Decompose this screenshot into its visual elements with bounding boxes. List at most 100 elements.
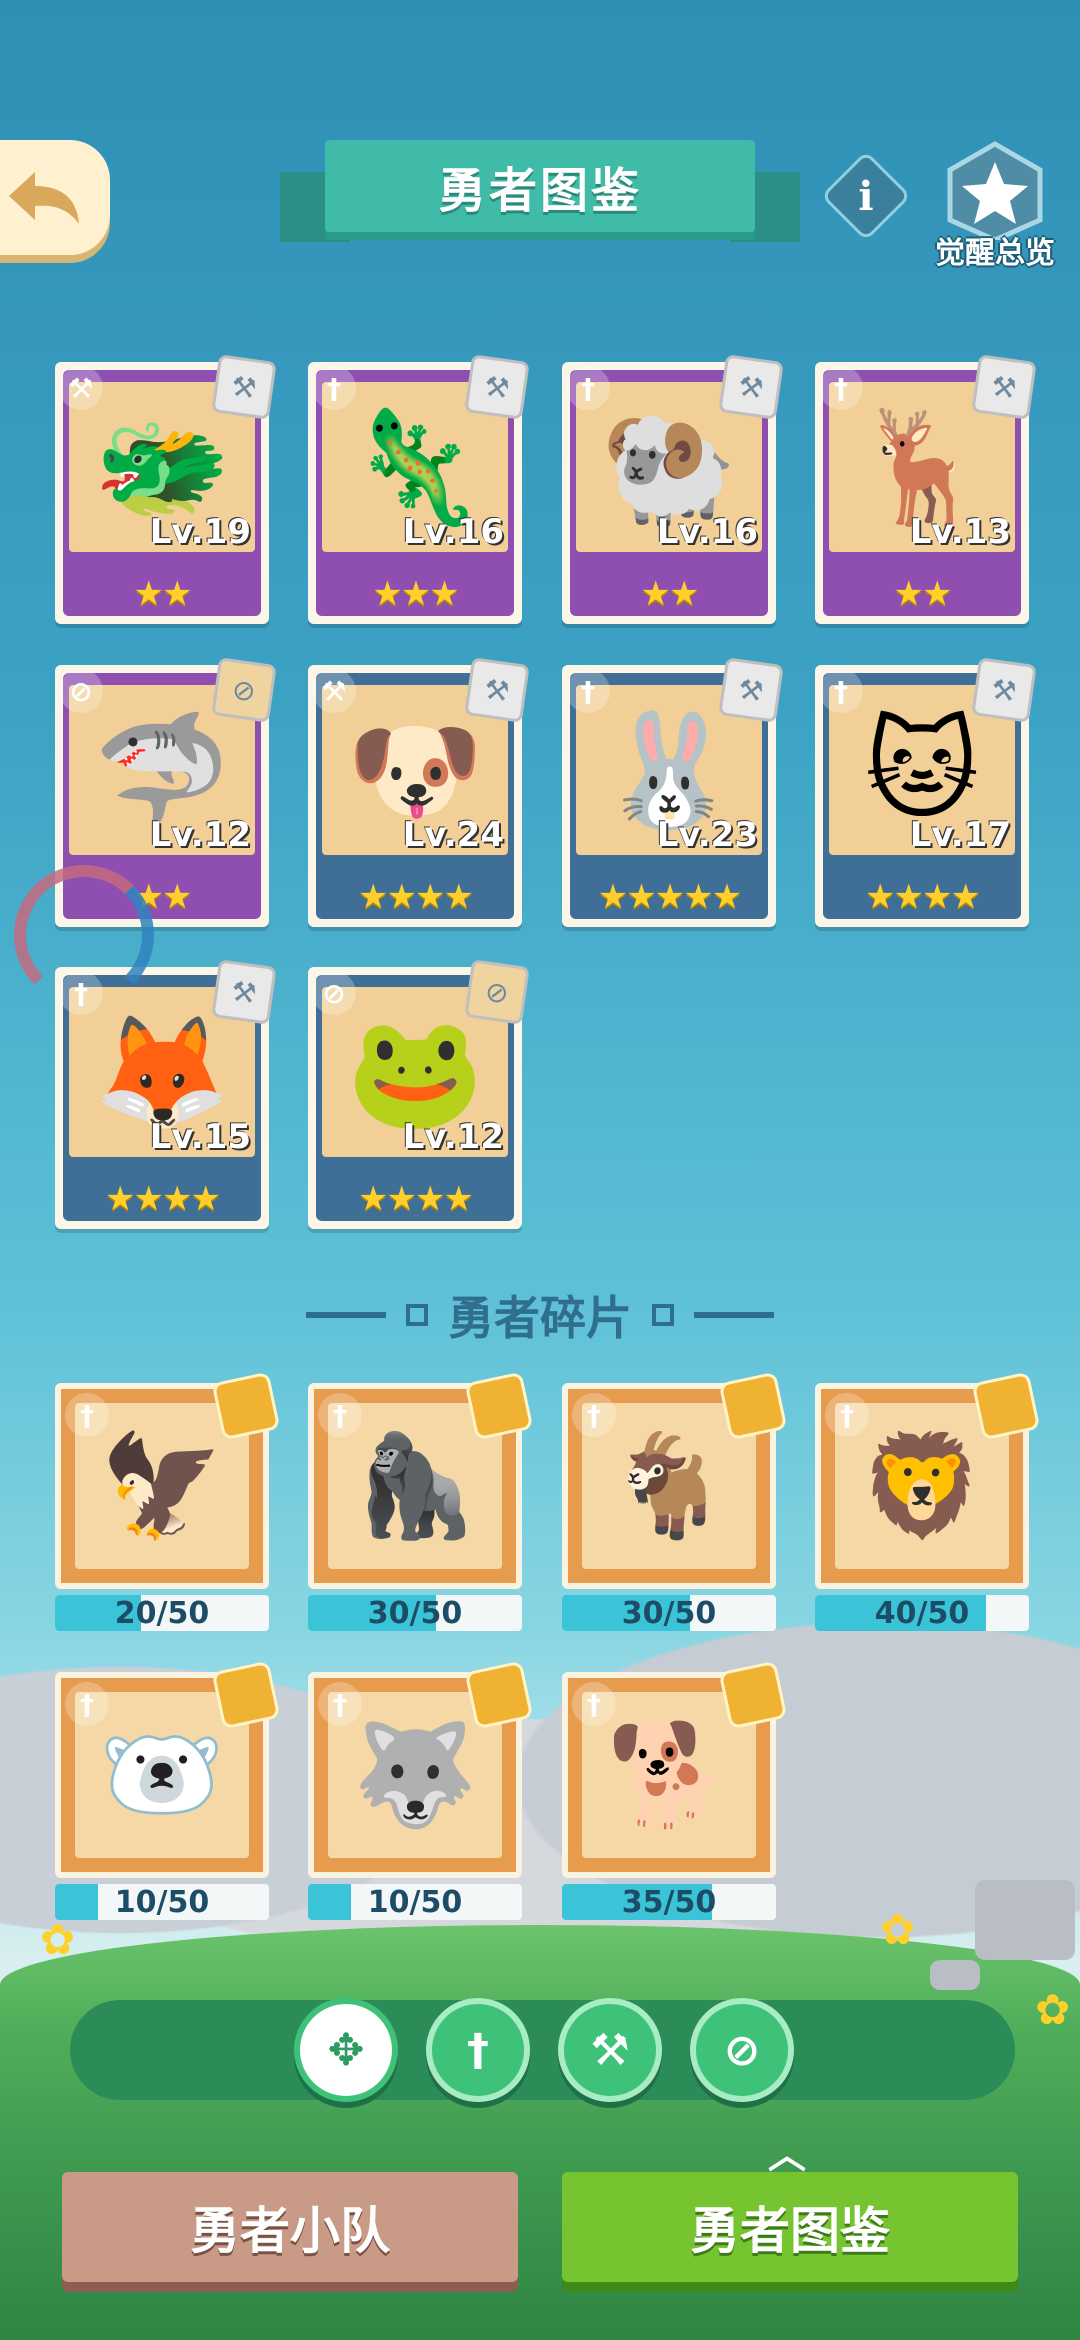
hero-level: Lv.15	[149, 1117, 251, 1157]
flower-decoration: ✿	[40, 1915, 76, 1964]
awaken-overview-label: 觉醒总览	[935, 236, 1055, 271]
rock-decoration	[930, 1960, 980, 1990]
hero-card[interactable]: 🦌 † ⚒ Lv.13 ★★	[815, 354, 1037, 624]
filter-all-button[interactable]: ✥	[294, 1998, 398, 2102]
hero-fragment[interactable]: 🦁 † 40/50	[815, 1371, 1041, 1633]
back-arrow-icon	[9, 171, 79, 224]
puzzle-piece-icon	[718, 1660, 788, 1730]
hero-stars: ★★★	[372, 574, 459, 614]
fragments-title: 勇者碎片	[448, 1291, 632, 1345]
hero-fragment[interactable]: 🐻‍❄️ † 10/50	[55, 1660, 281, 1922]
awaken-overview-button[interactable]: 觉醒总览	[920, 140, 1070, 271]
fragment-progress-bar: 35/50	[562, 1884, 776, 1920]
fragment-progress-text: 30/50	[621, 1595, 717, 1631]
weapon-badge-icon: ⚒	[464, 657, 530, 723]
flower-decoration: ✿	[1035, 1985, 1071, 2034]
puzzle-piece-icon	[464, 1660, 534, 1730]
puzzle-piece-icon	[211, 1371, 281, 1441]
hero-stars: ★★	[133, 574, 193, 614]
fragment-progress-text: 30/50	[367, 1595, 463, 1631]
sword-icon: †	[566, 669, 610, 713]
compass-icon: ⊘	[723, 2024, 761, 2076]
tab-hero-dex-label: 勇者图鉴	[690, 2202, 890, 2260]
rock-decoration	[975, 1880, 1075, 1960]
hero-level: Lv.12	[149, 815, 251, 855]
hero-level: Lv.17	[909, 815, 1011, 855]
tab-hero-team-label: 勇者小队	[190, 2202, 390, 2260]
all-icon: ✥	[327, 2024, 365, 2076]
sword-icon: †	[572, 1393, 616, 1437]
weapon-badge-icon: ⊘	[464, 959, 530, 1025]
weapon-badge-icon: ⚒	[971, 657, 1037, 723]
hero-stars: ★★★★	[865, 877, 981, 917]
tab-hero-team[interactable]: 勇者小队	[62, 2172, 518, 2282]
hero-card[interactable]: 🦎 † ⚒ Lv.16 ★★★	[308, 354, 530, 624]
page-title: 勇者图鉴	[437, 163, 642, 219]
chevron-up-icon: ︿	[767, 2133, 806, 2177]
sword-icon: †	[819, 366, 863, 410]
filter-hammer-button[interactable]: ⚒	[558, 1998, 662, 2102]
hero-stars: ★★	[640, 574, 700, 614]
weapon-badge-icon: ⚒	[971, 354, 1037, 420]
hero-stars: ★★★★★	[597, 877, 742, 917]
info-button[interactable]: i	[820, 150, 912, 242]
sword-icon: †	[65, 1393, 109, 1437]
sword-icon: †	[65, 1682, 109, 1726]
star-badge-icon	[947, 141, 1043, 240]
hero-fragment[interactable]: 🦍 † 30/50	[308, 1371, 534, 1633]
divider-line	[306, 1312, 386, 1318]
weapon-badge-icon: ⊘	[211, 657, 277, 723]
fragment-progress-bar: 10/50	[308, 1884, 522, 1920]
compass-icon: ⊘	[59, 669, 103, 713]
fragment-progress-text: 10/50	[114, 1884, 210, 1920]
hero-level: Lv.19	[149, 512, 251, 552]
hammer-icon: ⚒	[312, 669, 356, 713]
hero-card[interactable]: 🐲 ⚒ ⚒ Lv.19 ★★	[55, 354, 277, 624]
hero-level: Lv.23	[656, 815, 758, 855]
fragment-progress-bar: 40/50	[815, 1595, 1029, 1631]
hero-stars: ★★★★	[105, 1179, 221, 1219]
weapon-badge-icon: ⚒	[718, 657, 784, 723]
hero-card[interactable]: 🐱 † ⚒ Lv.17 ★★★★	[815, 657, 1037, 927]
hero-card[interactable]: 🐏 † ⚒ Lv.16 ★★	[562, 354, 784, 624]
fragment-progress-text: 20/50	[114, 1595, 210, 1631]
ribbon-main: 勇者图鉴	[325, 140, 755, 232]
sword-icon: †	[467, 2024, 489, 2076]
filter-sword-button[interactable]: †	[426, 1998, 530, 2102]
info-icon: i	[858, 172, 874, 220]
hero-card[interactable]: 🐸 ⊘ ⊘ Lv.12 ★★★★	[308, 959, 530, 1229]
weapon-badge-icon: ⚒	[211, 354, 277, 420]
fragment-progress-text: 35/50	[621, 1884, 717, 1920]
hero-fragment[interactable]: 🐐 † 30/50	[562, 1371, 788, 1633]
hero-stars: ★★	[893, 574, 953, 614]
hero-fragment[interactable]: 🦅 † 20/50	[55, 1371, 281, 1633]
hero-card[interactable]: 🐰 † ⚒ Lv.23 ★★★★★	[562, 657, 784, 927]
tab-hero-dex[interactable]: 勇者图鉴	[562, 2172, 1018, 2282]
hero-fragment[interactable]: 🐕 † 35/50	[562, 1660, 788, 1922]
fragments-section-title: 勇者碎片	[300, 1285, 780, 1345]
puzzle-piece-icon	[718, 1371, 788, 1441]
hammer-icon: ⚒	[590, 2024, 630, 2076]
sword-icon: †	[566, 366, 610, 410]
flower-decoration: ✿	[880, 1905, 916, 1954]
sword-icon: †	[318, 1393, 362, 1437]
divider-square	[652, 1304, 674, 1326]
weapon-badge-icon: ⚒	[464, 354, 530, 420]
fragment-progress-bar: 30/50	[562, 1595, 776, 1631]
hero-level: Lv.13	[909, 512, 1011, 552]
hero-card[interactable]: 🦊 † ⚒ Lv.15 ★★★★	[55, 959, 277, 1229]
filter-compass-button[interactable]: ⊘	[690, 1998, 794, 2102]
sword-icon: †	[318, 1682, 362, 1726]
sword-icon: †	[572, 1682, 616, 1726]
sword-icon: †	[825, 1393, 869, 1437]
back-button[interactable]	[0, 140, 110, 255]
fragment-progress-bar: 30/50	[308, 1595, 522, 1631]
sword-icon: †	[312, 366, 356, 410]
hero-card[interactable]: 🐶 ⚒ ⚒ Lv.24 ★★★★	[308, 657, 530, 927]
hero-level: Lv.16	[656, 512, 758, 552]
divider-square	[406, 1304, 428, 1326]
class-filter-bar	[70, 2000, 1015, 2100]
hammer-icon: ⚒	[59, 366, 103, 410]
hero-fragment[interactable]: 🐺 † 10/50	[308, 1660, 534, 1922]
hero-stars: ★★★★	[358, 877, 474, 917]
